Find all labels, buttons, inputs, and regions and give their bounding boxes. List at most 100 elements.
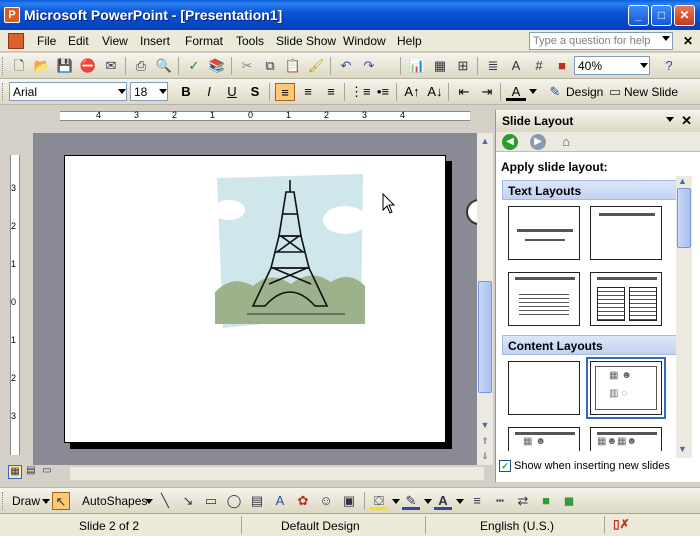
slide-vertical-scrollbar[interactable]: ▲ ▼ ⇑ ⇓ [477,133,493,465]
slide-horizontal-scrollbar[interactable] [70,467,484,480]
home-icon[interactable]: ⌂ [558,134,574,150]
align-center-button[interactable]: ≡ [298,83,318,101]
cut-icon[interactable]: ✂ [238,57,256,75]
align-right-button[interactable]: ≡ [321,83,341,101]
redo-icon[interactable]: ↷ [360,57,378,75]
pane-scroll-thumb[interactable] [677,188,691,248]
increase-indent-button[interactable]: ⇥ [477,83,497,101]
previous-slide-icon[interactable]: ⇑ [479,435,491,447]
powerpoint-app-icon[interactable]: P [4,7,20,23]
diagram-icon[interactable]: ✿ [294,492,312,510]
numbering-button[interactable]: ⋮≡ [350,83,371,101]
line-color-dropdown-icon[interactable] [424,499,432,504]
menu-file[interactable]: File [37,34,56,48]
spelling-status-icon[interactable]: ▯✗ [613,517,630,531]
close-document-button[interactable]: ✕ [683,34,693,48]
print-icon[interactable]: ⎙ [132,57,150,75]
show-when-inserting-checkbox[interactable]: ✓ [499,460,511,472]
draw-menu-button[interactable]: Draw [12,494,40,508]
drawing-font-color-icon[interactable]: A [434,492,452,510]
decrease-font-button[interactable]: A↓ [425,83,445,101]
draw-dropdown-icon[interactable] [42,499,50,504]
design-button[interactable]: Design [566,85,603,99]
align-left-button[interactable]: ≡ [275,83,295,101]
layout-blank[interactable] [508,361,580,415]
autoshapes-button[interactable]: AutoShapes [82,494,147,508]
task-pane-scrollbar[interactable]: ▲ ▼ [676,176,692,458]
underline-button[interactable]: U [222,83,242,101]
menu-window[interactable]: Window [343,34,386,48]
arrow-style-icon[interactable]: ⇄ [514,492,532,510]
permission-icon[interactable]: ⛔ [79,57,97,75]
drawing-font-color-dropdown-icon[interactable] [456,499,464,504]
next-slide-icon[interactable]: ⇓ [479,450,491,462]
normal-view-icon[interactable]: ▦ [8,465,22,479]
autoshapes-dropdown-icon[interactable] [145,499,153,504]
slide-show-view-icon[interactable]: ▭ [40,465,54,479]
zoom-select[interactable]: 40% [574,56,650,75]
help-icon[interactable]: ? [660,57,678,75]
layout-title-and-content[interactable]: ▦ ☻ [508,427,580,451]
copy-icon[interactable]: ⧉ [261,57,279,75]
show-formatting-icon[interactable]: A [507,57,525,75]
print-preview-icon[interactable]: 🔍 [155,57,173,75]
toolbar-grip[interactable] [2,57,5,75]
bold-button[interactable]: B [176,83,196,101]
maximize-button[interactable]: □ [651,5,672,26]
font-size-dropdown-icon[interactable] [159,89,167,94]
expand-all-icon[interactable]: ≣ [484,57,502,75]
menu-view[interactable]: View [102,34,128,48]
design-icon[interactable]: ✎ [546,83,564,101]
pane-scroll-down-icon[interactable]: ▼ [678,444,687,454]
font-color-button[interactable]: A [506,83,526,101]
font-dropdown-icon[interactable] [118,89,126,94]
line-color-icon[interactable]: ✎ [402,492,420,510]
new-icon[interactable]: 🗋 [10,57,28,75]
layout-title-and-text[interactable] [508,272,580,326]
show-grid-icon[interactable]: # [530,57,548,75]
toolbar-grip[interactable] [2,83,5,101]
help-search-input[interactable]: Type a question for help [529,32,673,50]
slide-sorter-view-icon[interactable]: ▤ [24,465,38,479]
decrease-indent-button[interactable]: ⇤ [454,83,474,101]
slide-canvas[interactable] [33,133,477,465]
rectangle-icon[interactable]: ▭ [202,492,220,510]
font-select[interactable]: Arial [9,82,127,101]
toolbar-grip[interactable] [2,492,5,510]
document-icon[interactable] [8,33,24,49]
close-button[interactable]: ✕ [674,5,695,26]
font-color-dropdown-icon[interactable] [529,89,537,94]
shadow-style-icon[interactable]: ■ [537,492,555,510]
layout-title-slide[interactable] [508,206,580,260]
email-icon[interactable]: ✉ [102,57,120,75]
research-icon[interactable]: 📚 [208,57,226,75]
menu-help[interactable]: Help [397,34,422,48]
3d-style-icon[interactable]: ◼ [560,492,578,510]
pane-scroll-up-icon[interactable]: ▲ [678,176,687,186]
insert-picture-icon[interactable]: ▣ [340,492,358,510]
insert-table-icon[interactable]: ▦ [431,57,449,75]
open-icon[interactable]: 📂 [33,57,51,75]
minimize-button[interactable]: _ [628,5,649,26]
fill-color-icon[interactable]: ⛋ [370,492,388,510]
bullets-button[interactable]: •≡ [373,83,393,101]
clip-art-icon[interactable]: ☺ [317,492,335,510]
show-when-inserting-option[interactable]: ✓ Show when inserting new slides [499,460,670,472]
layout-title-and-two-content[interactable]: ▦☻▦☻ [590,427,662,451]
scroll-thumb[interactable] [478,281,492,393]
eiffel-tower-clipart[interactable] [215,174,365,330]
back-icon[interactable]: ◀ [502,134,518,150]
color-grayscale-icon[interactable]: ■ [553,57,571,75]
scroll-up-icon[interactable]: ▲ [479,135,491,147]
insert-chart-icon[interactable]: 📊 [408,57,426,75]
fill-color-dropdown-icon[interactable] [392,499,400,504]
menu-format[interactable]: Format [185,34,223,48]
save-icon[interactable]: 💾 [56,57,74,75]
wordart-icon[interactable]: A [271,492,289,510]
task-pane-close-icon[interactable]: ✕ [681,113,692,129]
scroll-down-icon[interactable]: ▼ [479,419,491,431]
forward-icon[interactable]: ▶ [530,134,546,150]
tables-borders-icon[interactable]: ⊞ [454,57,472,75]
layout-two-column-text[interactable] [590,272,662,326]
spelling-icon[interactable]: ✓ [185,57,203,75]
